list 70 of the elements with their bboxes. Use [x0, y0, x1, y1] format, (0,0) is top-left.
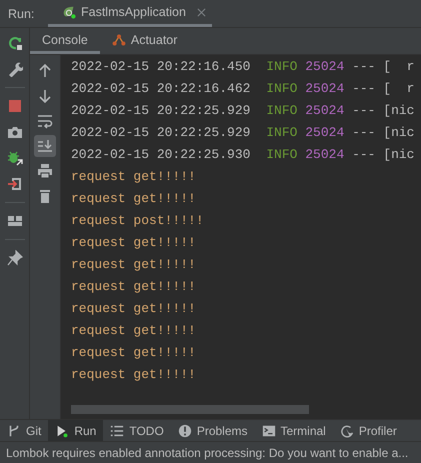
exit-icon[interactable] [6, 176, 22, 192]
scroll-to-end-icon [37, 138, 53, 154]
branch-icon [7, 424, 21, 438]
console-output: request get!!!!! [71, 278, 196, 294]
log-level: INFO [266, 146, 298, 162]
wrench-icon[interactable] [6, 61, 22, 77]
log-separator: --- [352, 80, 376, 96]
log-level: INFO [266, 124, 298, 140]
log-separator: --- [352, 102, 376, 118]
status-message: Lombok requires enabled annotation processing: Do you want to enable a... [5, 444, 410, 462]
rerun-icon[interactable] [6, 35, 22, 51]
pin-icon[interactable] [6, 250, 22, 266]
bug-icon[interactable] [6, 150, 22, 166]
play-icon [55, 424, 70, 438]
log-separator: --- [352, 146, 376, 162]
console-tab[interactable]: Actuator [100, 28, 190, 54]
tool-window-tab[interactable]: Git [0, 420, 48, 441]
application-tab[interactable]: FastlmsApplication [48, 0, 212, 27]
tool-window-tab[interactable]: Terminal [254, 420, 333, 441]
up-arrow-icon[interactable] [37, 63, 53, 79]
scroll-to-end-button[interactable] [34, 135, 56, 157]
terminal-icon [262, 424, 276, 438]
console-output: request get!!!!! [71, 234, 196, 250]
spring-app-icon [62, 5, 76, 19]
process-id: 25024 [305, 146, 344, 162]
thread-name: [ r [383, 80, 414, 96]
console-output: request get!!!!! [71, 168, 196, 184]
log-level: INFO [266, 80, 298, 96]
camera-icon[interactable] [6, 124, 22, 140]
layout-icon[interactable] [6, 213, 22, 229]
thread-name: [nic [383, 102, 414, 118]
log-timestamp: 2022-02-15 20:22:16.462 [71, 80, 250, 96]
console-output: request get!!!!! [71, 366, 196, 382]
horizontal-scrollbar[interactable] [71, 405, 309, 414]
console-output: request get!!!!! [71, 300, 196, 316]
console-output: request get!!!!! [71, 344, 196, 360]
console-output: request post!!!!! [71, 212, 204, 228]
warning-icon [178, 424, 192, 438]
log-timestamp: 2022-02-15 20:22:25.930 [71, 146, 250, 162]
thread-name: [nic [383, 124, 414, 140]
tool-window-tab[interactable]: Run [48, 420, 104, 441]
actuator-icon [112, 32, 126, 46]
tool-window-tab[interactable]: Profiler [332, 420, 404, 441]
thread-name: [nic [383, 146, 414, 162]
process-id: 25024 [305, 102, 344, 118]
down-arrow-icon[interactable] [37, 88, 53, 104]
console-output: request get!!!!! [71, 190, 196, 206]
trash-icon[interactable] [37, 188, 53, 204]
log-level: INFO [266, 58, 298, 74]
console-output: request get!!!!! [71, 256, 196, 272]
stop-icon[interactable] [6, 98, 22, 114]
list-icon [110, 424, 124, 438]
thread-name: [ r [383, 58, 414, 74]
log-timestamp: 2022-02-15 20:22:25.929 [71, 124, 250, 140]
process-id: 25024 [305, 124, 344, 140]
process-id: 25024 [305, 80, 344, 96]
tool-window-tab[interactable]: TODO [103, 420, 171, 441]
tool-window-tab[interactable]: Problems [170, 420, 254, 441]
print-icon[interactable] [37, 163, 53, 179]
run-label: Run: [7, 6, 36, 22]
log-level: INFO [266, 102, 298, 118]
close-icon[interactable] [196, 8, 206, 16]
gauge-icon [340, 424, 354, 438]
log-timestamp: 2022-02-15 20:22:16.450 [71, 58, 250, 74]
log-timestamp: 2022-02-15 20:22:25.929 [71, 102, 250, 118]
process-id: 25024 [305, 58, 344, 74]
console-output: request get!!!!! [71, 322, 196, 338]
log-separator: --- [352, 58, 376, 74]
soft-wrap-icon[interactable] [37, 113, 53, 129]
log-separator: --- [352, 124, 376, 140]
